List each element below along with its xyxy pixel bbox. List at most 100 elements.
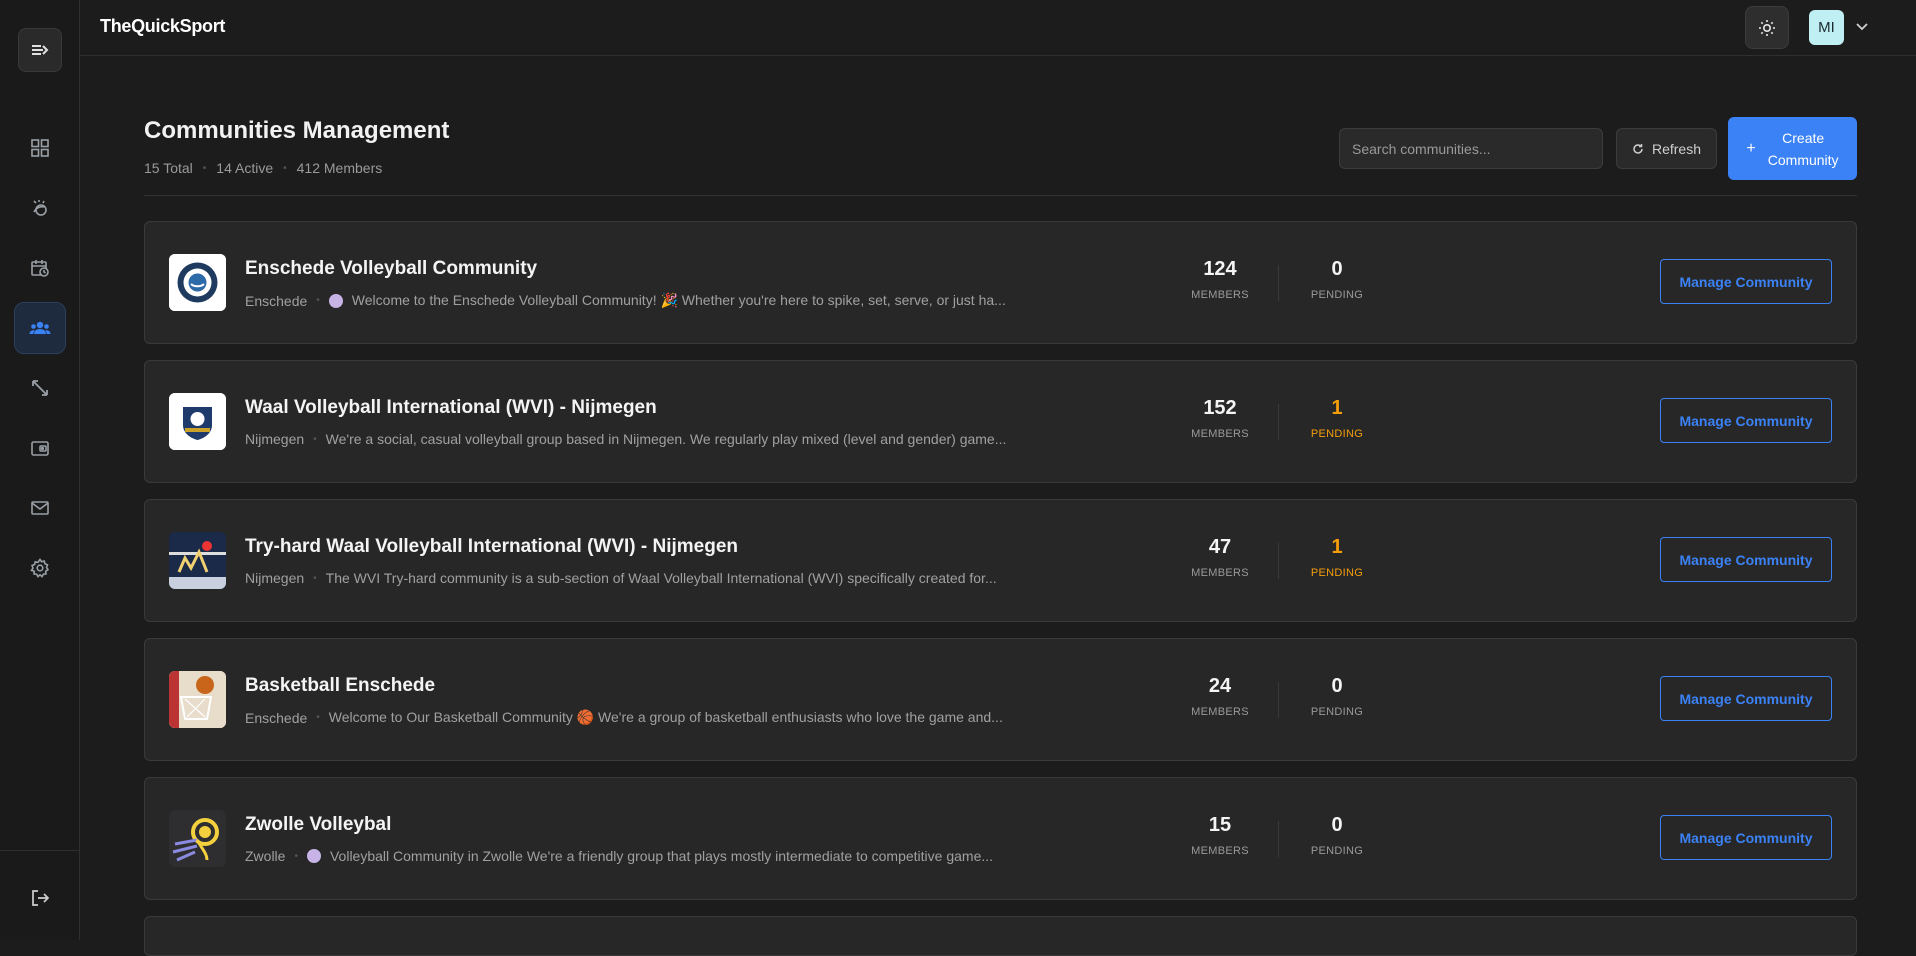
user-avatar[interactable]: MI: [1809, 10, 1844, 45]
manage-community-button[interactable]: Manage Community: [1660, 815, 1832, 860]
members-stat: 47 MEMBERS: [1191, 536, 1249, 579]
app-logo[interactable]: TheQuickSport: [100, 16, 225, 37]
manage-community-button[interactable]: Manage Community: [1660, 259, 1832, 304]
pending-stat: 0 PENDING: [1310, 814, 1364, 857]
community-logo: [169, 254, 226, 311]
community-description: Volleyball Community in Zwolle We're a f…: [329, 848, 994, 864]
members-stat: 124 MEMBERS: [1191, 258, 1249, 301]
members-stat: 24 MEMBERS: [1191, 675, 1249, 718]
community-meta: Enschede • Welcome to the Enschede Volle…: [245, 292, 1006, 309]
community-meta: Nijmegen • We're a social, casual volley…: [245, 431, 1006, 447]
meta-separator: •: [294, 850, 298, 862]
sidebar-item-dashboard[interactable]: [14, 122, 66, 174]
settings-icon: [30, 558, 50, 578]
community-description: We're a social, casual volleyball group …: [325, 431, 1007, 447]
community-name[interactable]: Basketball Enschede: [245, 675, 435, 697]
dashboard-icon: [31, 139, 49, 157]
wallet-icon: [31, 441, 49, 456]
community-card: [144, 916, 1857, 956]
theme-toggle-button[interactable]: [1745, 6, 1789, 49]
meta-separator: •: [313, 572, 317, 584]
top-bar: TheQuickSport MI: [80, 0, 1916, 56]
create-label: Create Community: [1767, 129, 1839, 168]
community-meta: Enschede • Welcome to Our Basketball Com…: [245, 709, 1003, 726]
stat-divider: [1278, 404, 1279, 440]
stat-divider: [1278, 682, 1279, 718]
community-name[interactable]: Waal Volleyball International (WVI) - Ni…: [245, 397, 657, 419]
sidebar-item-sports[interactable]: [14, 182, 66, 234]
community-city: Nijmegen: [245, 431, 305, 447]
community-stats: 15 Total • 14 Active • 412 Members: [144, 160, 382, 176]
communities-icon: [29, 321, 51, 334]
community-description: The WVI Try-hard community is a sub-sect…: [325, 570, 997, 586]
volleyball-icon: [306, 849, 321, 863]
community-name[interactable]: Try-hard Waal Volleyball International (…: [245, 536, 738, 558]
manage-community-button[interactable]: Manage Community: [1660, 676, 1832, 721]
stat-divider: [1278, 265, 1279, 301]
refresh-label: Refresh: [1651, 140, 1702, 157]
plus-icon: +: [1746, 139, 1756, 157]
volleyball-icon: [328, 293, 343, 308]
stats-separator: •: [202, 162, 207, 174]
members-stat: 15 MEMBERS: [1191, 814, 1249, 857]
community-city: Zwolle: [245, 848, 286, 864]
community-city: Nijmegen: [245, 570, 305, 586]
sidebar-divider: [0, 850, 80, 851]
pending-stat: 0 PENDING: [1310, 675, 1364, 718]
members-count: 412 Members: [296, 160, 383, 176]
pending-stat: 1 PENDING: [1310, 536, 1364, 579]
community-name[interactable]: Enschede Volleyball Community: [245, 258, 537, 280]
sun-icon: [1759, 19, 1775, 36]
sidebar-item-mail[interactable]: [14, 482, 66, 534]
meta-separator: •: [316, 712, 320, 723]
pending-stat: 0 PENDING: [1310, 258, 1364, 301]
user-menu-chevron[interactable]: [1853, 18, 1871, 36]
refresh-icon: [1633, 143, 1643, 154]
members-stat: 152 MEMBERS: [1191, 397, 1249, 440]
manage-community-button[interactable]: Manage Community: [1660, 537, 1832, 582]
sidebar-item-wallet[interactable]: [14, 422, 66, 474]
logout-icon: [32, 890, 50, 906]
community-card: Waal Volleyball International (WVI) - Ni…: [144, 360, 1857, 483]
community-logo: [169, 810, 226, 867]
stat-divider: [1278, 821, 1279, 857]
logout-button[interactable]: [14, 872, 66, 924]
sidebar: [0, 0, 80, 940]
refresh-button[interactable]: Refresh: [1616, 128, 1717, 169]
expand-icon: [32, 380, 48, 396]
community-name[interactable]: Zwolle Volleybal: [245, 814, 391, 836]
community-meta: Zwolle • Volleyball Community in Zwolle …: [245, 848, 993, 864]
mail-icon: [31, 501, 49, 515]
header-divider: [144, 195, 1857, 196]
community-city: Enschede: [245, 709, 308, 726]
collapse-arrow-icon: [32, 45, 49, 55]
community-card: Basketball Enschede Enschede • Welcome t…: [144, 638, 1857, 761]
community-description: Welcome to the Enschede Volleyball Commu…: [351, 292, 1006, 308]
total-count: 15 Total: [144, 160, 193, 176]
chevron-down-icon: [1856, 23, 1868, 31]
community-logo: [169, 532, 226, 589]
search-input[interactable]: [1339, 128, 1603, 169]
meta-separator: •: [316, 295, 320, 306]
community-logo: [169, 671, 226, 728]
sports-icon: [33, 200, 47, 216]
community-city: Enschede: [245, 292, 308, 309]
stats-separator: •: [283, 162, 287, 174]
sidebar-item-calendar[interactable]: [14, 242, 66, 294]
page-title: Communities Management: [144, 117, 450, 144]
sidebar-item-settings[interactable]: [14, 542, 66, 594]
pending-stat: 1 PENDING: [1310, 397, 1364, 440]
stat-divider: [1278, 543, 1279, 579]
sidebar-toggle-button[interactable]: [18, 28, 62, 72]
community-logo: [169, 393, 226, 450]
community-card: Zwolle Volleybal Zwolle • Volleyball Com…: [144, 777, 1857, 900]
sidebar-item-expand[interactable]: [14, 362, 66, 414]
sidebar-item-communities[interactable]: [14, 302, 66, 354]
community-description: Welcome to Our Basketball Community 🏀 We…: [328, 709, 1003, 725]
community-card: Try-hard Waal Volleyball International (…: [144, 499, 1857, 622]
manage-community-button[interactable]: Manage Community: [1660, 398, 1832, 443]
create-community-button[interactable]: + Create Community: [1728, 117, 1857, 180]
meta-separator: •: [313, 433, 317, 445]
active-count: 14 Active: [216, 160, 274, 176]
community-card: Enschede Volleyball Community Enschede •…: [144, 221, 1857, 344]
